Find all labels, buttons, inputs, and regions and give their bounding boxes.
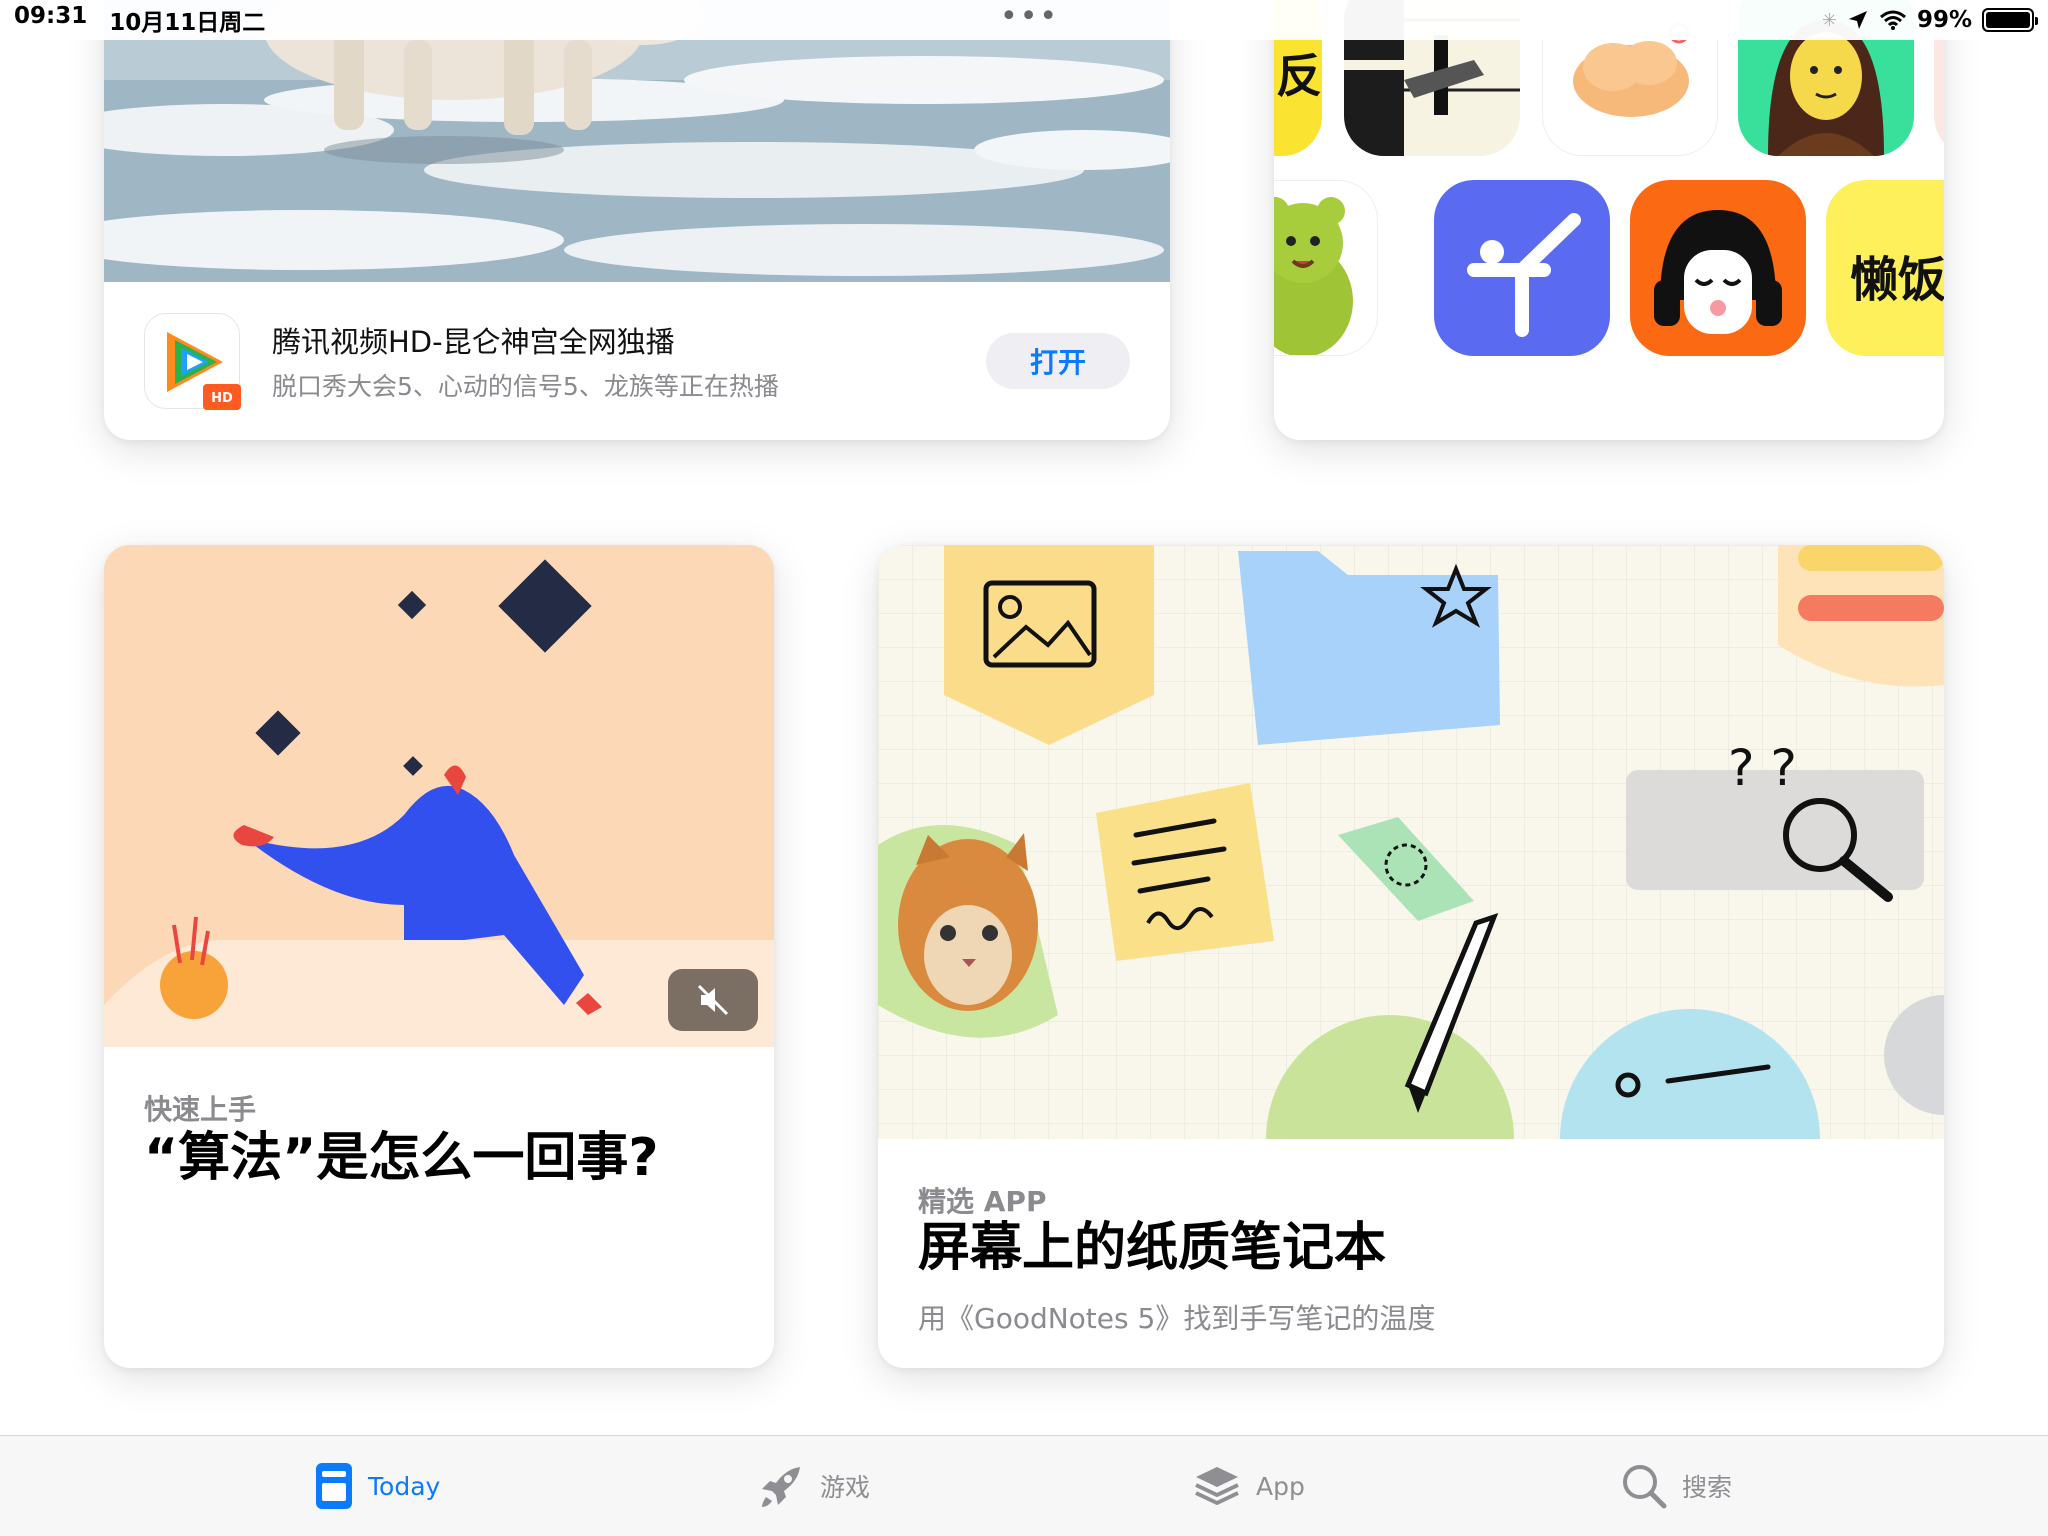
tab-apps-label: App [1256, 1471, 1305, 1501]
battery-icon [1982, 8, 2038, 32]
app-collection-card[interactable]: 反 懒饭 [1274, 0, 1944, 440]
open-button[interactable]: 打开 [986, 333, 1130, 389]
status-bar: 09:31 10月11日周二 ••• ✳ 99% [0, 0, 2048, 40]
tab-bar: Today 游戏 App 搜索 [0, 1435, 2048, 1536]
battery-level [1986, 12, 2030, 28]
wifi-icon [1879, 10, 1906, 30]
tab-apps[interactable]: App [1192, 1436, 1305, 1536]
goodnotes-card-subtitle: 用《GoodNotes 5》找到手写笔记的温度 [918, 1302, 1436, 1335]
partial-text-lanfan: 懒饭 [1850, 252, 1944, 308]
app-store-today-page: 09:31 10月11日周二 ••• ✳ 99% HD 腾讯视频HD-昆仑神宫全… [0, 0, 2048, 1536]
multitasking-dots[interactable]: ••• [1000, 2, 1059, 32]
featured-app-subtitle: 脱口秀大会5、心动的信号5、龙族等正在热播 [272, 372, 779, 401]
mute-button[interactable] [668, 969, 758, 1031]
headphones-face-icon[interactable] [1630, 180, 1806, 356]
hd-badge: HD [211, 391, 233, 406]
tab-today[interactable]: Today [314, 1436, 440, 1536]
algorithm-illustration [104, 545, 774, 1047]
tab-search[interactable]: 搜索 [1620, 1436, 1732, 1536]
goodnotes-card-label: 精选 APP [918, 1185, 1047, 1218]
goodnotes-card-title: 屏幕上的纸质笔记本 [918, 1218, 1387, 1278]
status-time: 09:31 [14, 3, 88, 29]
tencent-video-app-icon[interactable]: HD [144, 313, 241, 410]
app-icon-grid: 反 懒饭 [1274, 0, 1944, 440]
rocket-icon [762, 1467, 800, 1507]
layers-icon [1195, 1467, 1239, 1505]
algorithm-card-label: 快速上手 [144, 1093, 257, 1126]
lazy-text-icon[interactable]: 懒饭 [1826, 180, 1944, 356]
activity-icon: ✳ [1821, 9, 1837, 31]
battery-percent: 99% [1916, 7, 1972, 33]
featured-app-row[interactable]: HD 腾讯视频HD-昆仑神宫全网独播 脱口秀大会5、心动的信号5、龙族等正在热播… [104, 282, 1170, 440]
location-icon [1848, 11, 1867, 29]
polar-bear-image [104, 0, 1170, 282]
tab-today-label: Today [368, 1471, 441, 1501]
algorithm-story-card[interactable]: 快速上手 “算法”是怎么一回事? [104, 545, 774, 1368]
featured-app-name: 腾讯视频HD-昆仑神宫全网独播 [272, 325, 675, 359]
featured-app-texts: 腾讯视频HD-昆仑神宫全网独播 脱口秀大会5、心动的信号5、龙族等正在热播 [272, 319, 986, 403]
tab-games[interactable]: 游戏 [756, 1436, 870, 1536]
tab-games-label: 游戏 [820, 1473, 871, 1502]
goodnotes-story-card[interactable]: ? ? 精选 APP 屏幕上的纸质笔记本 用《GoodNotes 5》找到手写笔… [878, 545, 1944, 1368]
goodnotes-illustration: ? ? [878, 545, 1944, 1139]
green-bear-icon[interactable] [1274, 180, 1378, 356]
status-date: 10月11日周二 [109, 10, 266, 36]
tab-search-label: 搜索 [1682, 1473, 1733, 1502]
speaker-muted-icon [697, 984, 729, 1016]
question-marks-text: ? ? [1728, 739, 1797, 797]
status-left: 09:31 10月11日周二 [14, 3, 265, 37]
partial-text-fan: 反 [1276, 49, 1322, 103]
status-right: ✳ 99% [1821, 7, 2038, 33]
today-icon [316, 1463, 352, 1509]
search-icon [1623, 1465, 1667, 1509]
algorithm-card-title: “算法”是怎么一回事? [144, 1128, 659, 1188]
featured-app-card[interactable]: HD 腾讯视频HD-昆仑神宫全网独播 脱口秀大会5、心动的信号5、龙族等正在热播… [104, 0, 1170, 440]
yoga-icon[interactable] [1434, 180, 1610, 356]
